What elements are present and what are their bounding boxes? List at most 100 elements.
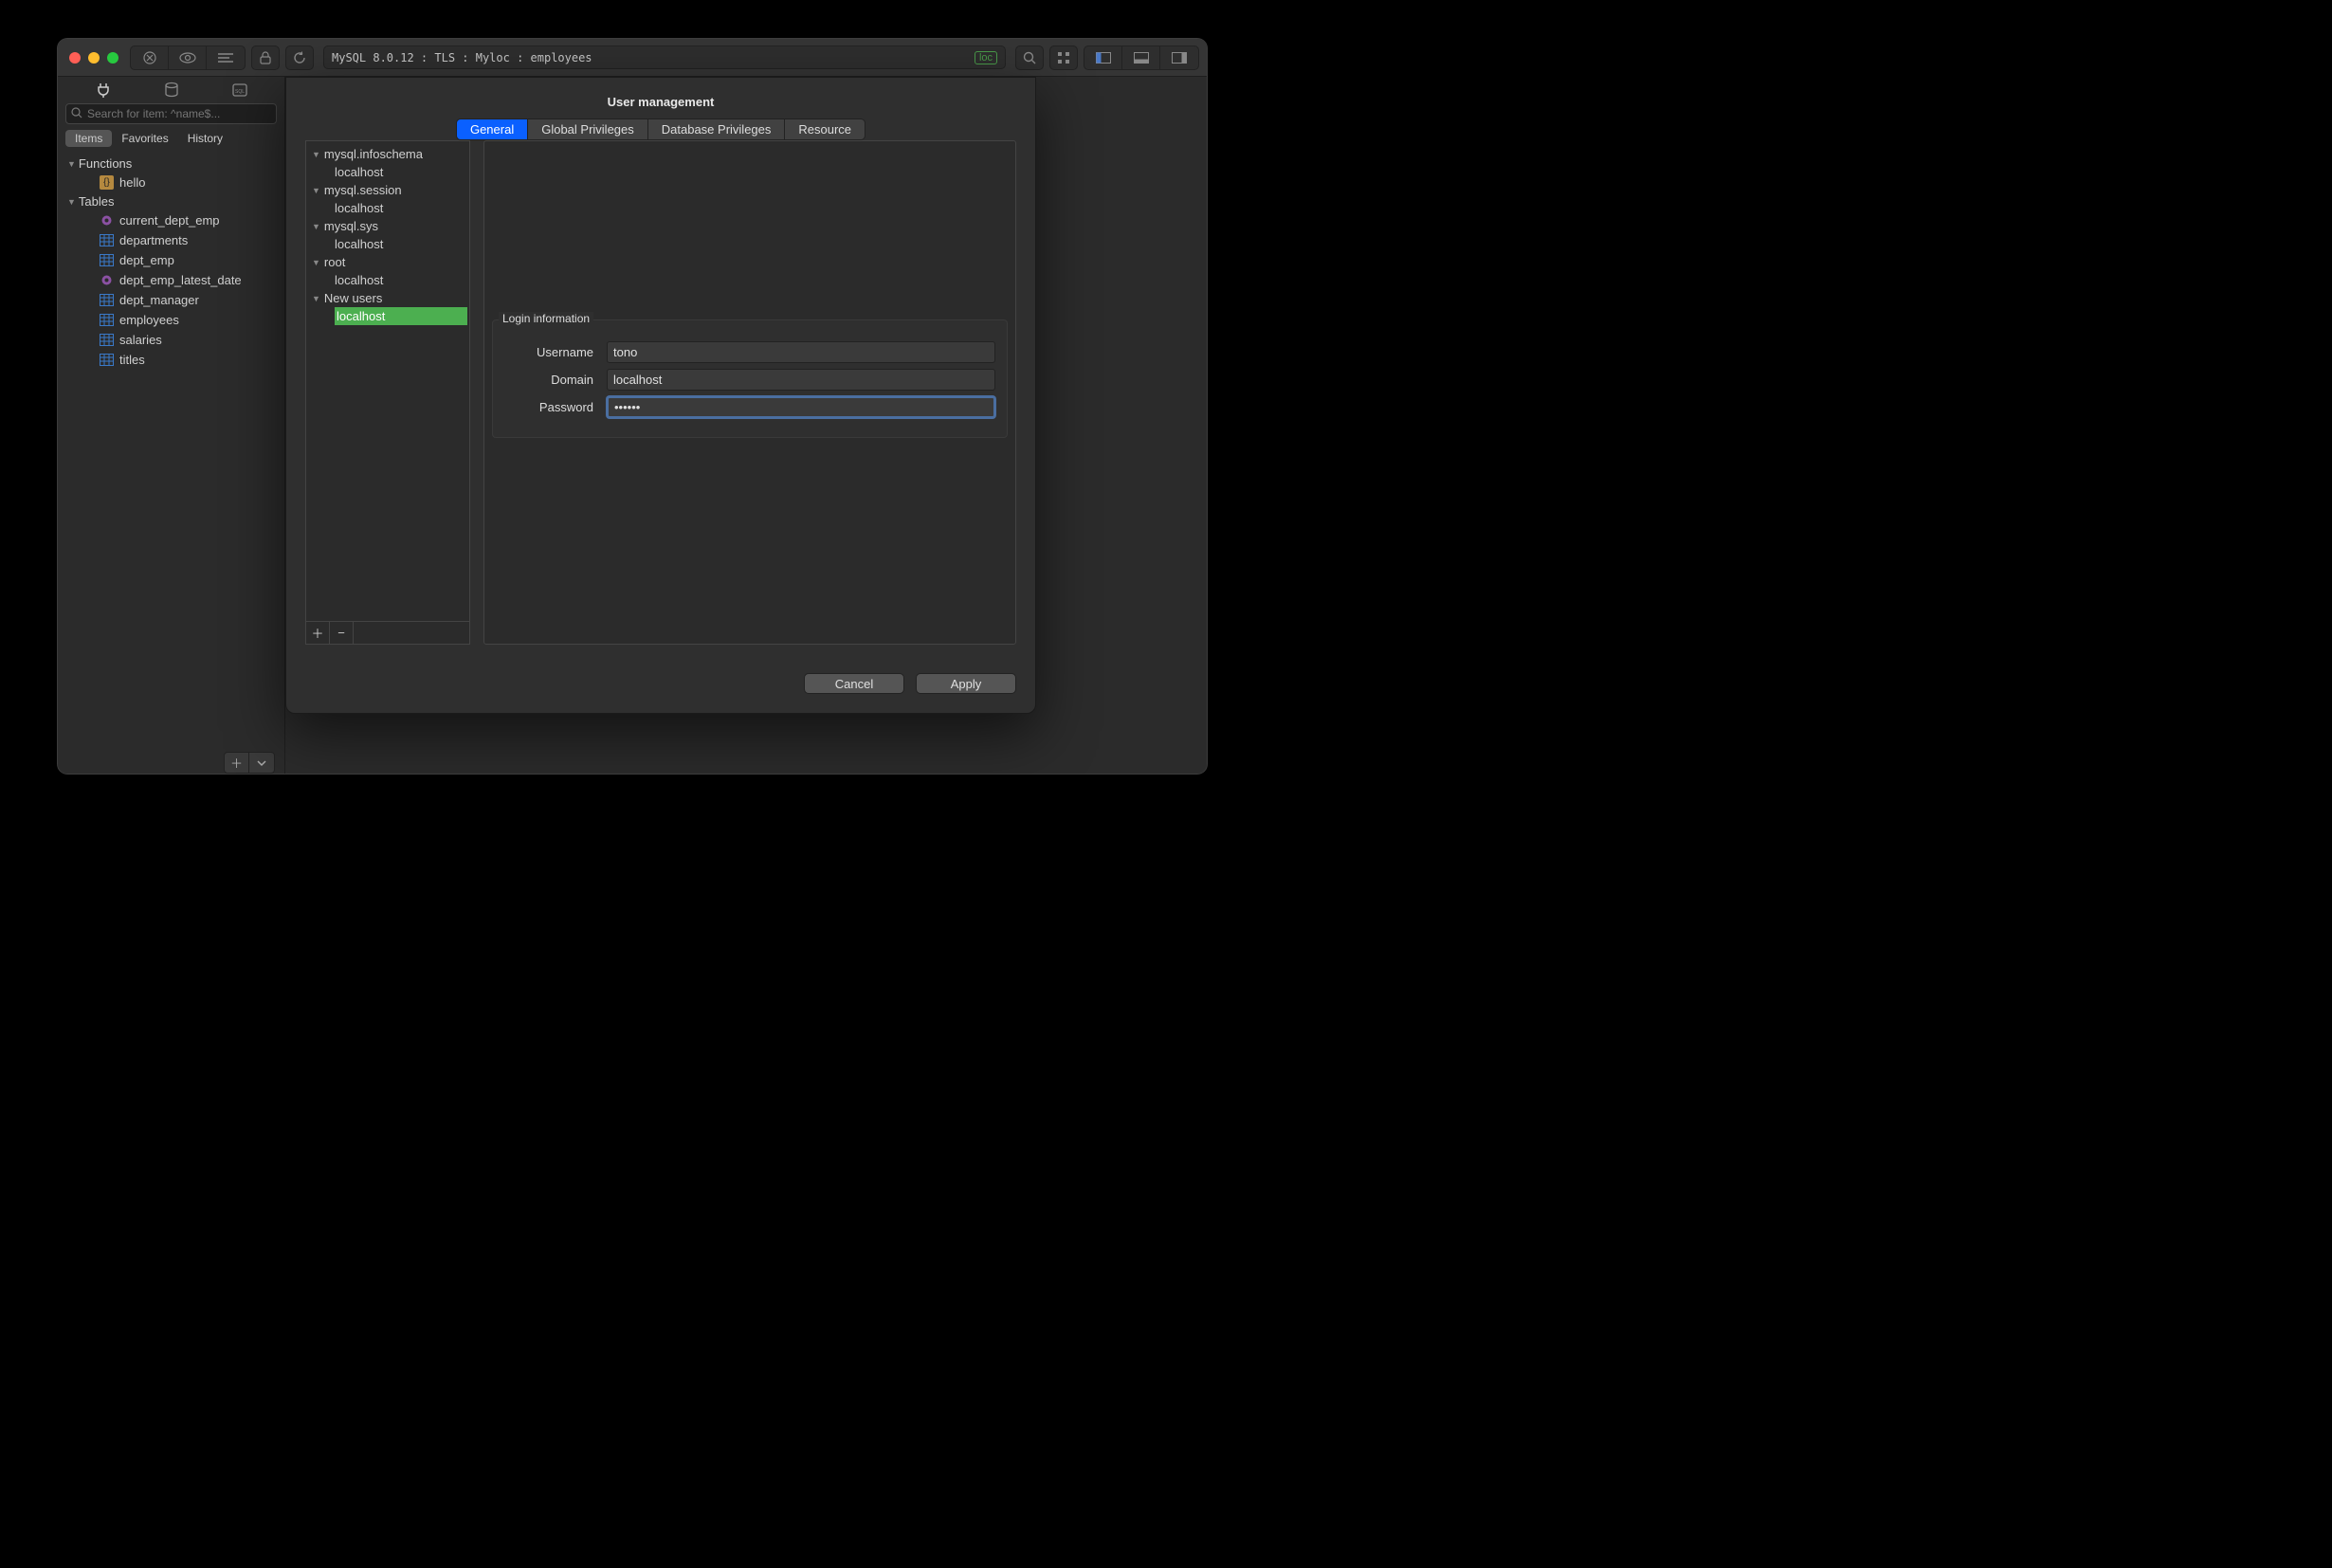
table-icon [100,233,114,247]
disclosure-triangle-icon: ▼ [67,197,76,207]
table-item[interactable]: salaries [58,330,284,350]
refresh-icon[interactable] [285,46,314,70]
password-label: Password [504,400,607,414]
cancel-query-button[interactable] [131,46,169,69]
main-area: User management General Global Privilege… [285,77,1207,774]
right-panel-icon[interactable] [1160,46,1198,69]
plug-icon[interactable] [93,80,114,100]
minimize-window-button[interactable] [88,52,100,64]
dropdown-button[interactable] [249,752,275,774]
close-window-button[interactable] [69,52,81,64]
tab-resource[interactable]: Resource [785,119,865,139]
table-icon [100,333,114,347]
functions-header[interactable]: ▼ Functions [58,155,284,173]
function-item[interactable]: {} hello [58,173,284,192]
app-window: MySQL 8.0.12 : TLS : Myloc : employees l… [58,39,1207,774]
domain-label: Domain [504,373,607,387]
table-name: departments [119,233,188,247]
add-user-button[interactable]: ＋ [306,622,330,644]
user-host-item[interactable]: localhost [306,271,469,289]
table-name: salaries [119,333,162,347]
domain-input[interactable] [607,369,995,391]
disclosure-triangle-icon: ▼ [312,294,320,303]
path-text: MySQL 8.0.12 : TLS : Myloc : employees [332,51,592,64]
svg-text:SQL: SQL [234,89,244,95]
sidebar-tree: ▼ Functions {} hello ▼ Tables current_de… [58,149,284,752]
table-item[interactable]: departments [58,230,284,250]
password-input[interactable] [607,396,995,418]
left-panel-icon[interactable] [1084,46,1122,69]
lock-icon[interactable] [251,46,280,70]
fieldset-legend: Login information [499,312,593,325]
filter-history[interactable]: History [178,130,232,147]
modal-buttons: Cancel Apply [305,673,1016,694]
search-input[interactable] [65,103,277,124]
sidebar: SQL Items Favorites History ▼ Functions … [58,77,285,774]
filter-favorites[interactable]: Favorites [112,130,177,147]
user-list-group[interactable]: ▼mysql.infoschema [306,145,469,163]
disclosure-triangle-icon: ▼ [312,222,320,231]
filter-items[interactable]: Items [65,130,112,147]
sidebar-filter: Items Favorites History [58,128,284,149]
modal-body: ▼mysql.infoschemalocalhost▼mysql.session… [305,140,1016,645]
add-button[interactable]: ＋ [224,752,249,774]
user-host-item[interactable]: localhost [306,235,469,253]
cancel-button[interactable]: Cancel [804,673,904,694]
tables-header[interactable]: ▼ Tables [58,192,284,210]
user-host-item[interactable]: localhost [306,163,469,181]
table-icon [100,253,114,267]
eye-icon[interactable] [169,46,207,69]
search-icon [71,107,82,119]
user-list-group[interactable]: ▼ mysql.sys [306,217,469,235]
apply-button[interactable]: Apply [916,673,1016,694]
disclosure-triangle-icon: ▼ [312,258,320,267]
menu-lines-icon[interactable] [207,46,245,69]
table-item[interactable]: employees [58,310,284,330]
table-item[interactable]: titles [58,350,284,370]
user-list-group[interactable]: ▼mysql.session [306,181,469,199]
table-icon [100,313,114,327]
zoom-window-button[interactable] [107,52,118,64]
user-list: ▼mysql.infoschemalocalhost▼mysql.session… [305,140,470,645]
username-input[interactable] [607,341,995,363]
database-icon[interactable] [161,80,182,100]
view-icon [100,273,114,287]
disclosure-triangle-icon: ▼ [67,159,76,169]
table-name: dept_emp_latest_date [119,273,242,287]
table-item[interactable]: dept_emp_latest_date [58,270,284,290]
panel-toggle-group [1084,46,1199,70]
search-wrap [58,103,284,128]
table-icon [100,293,114,307]
titlebar: MySQL 8.0.12 : TLS : Myloc : employees l… [58,39,1207,77]
user-list-group[interactable]: ▼ New users [306,289,469,307]
view-icon [100,213,114,228]
tab-database-privileges[interactable]: Database Privileges [648,119,786,139]
table-name: titles [119,353,145,367]
function-icon: {} [100,175,114,190]
grid-icon[interactable] [1049,46,1078,70]
user-list-group[interactable]: ▼ root [306,253,469,271]
user-host-item[interactable]: localhost [335,307,467,325]
tables-label: Tables [79,194,115,209]
user-name: mysql.sys [324,219,378,233]
search-toolbar-button[interactable] [1015,46,1044,70]
sql-icon[interactable]: SQL [229,80,250,100]
table-item[interactable]: dept_emp [58,250,284,270]
user-list-footer: ＋ − [306,621,469,644]
login-fieldset: Login information Username Domain [492,319,1008,438]
disclosure-triangle-icon: ▼ [312,186,320,195]
tab-general[interactable]: General [457,119,528,139]
table-item[interactable]: dept_manager [58,290,284,310]
user-name: New users [324,291,382,305]
path-bar[interactable]: MySQL 8.0.12 : TLS : Myloc : employees l… [323,46,1006,69]
form-area: Login information Username Domain [470,140,1016,645]
remove-user-button[interactable]: − [330,622,354,644]
bottom-panel-icon[interactable] [1122,46,1160,69]
user-name: root [324,255,345,269]
modal-title: User management [305,95,1016,109]
tab-global-privileges[interactable]: Global Privileges [528,119,648,139]
table-item[interactable]: current_dept_emp [58,210,284,230]
user-host-item[interactable]: localhost [306,199,469,217]
form-box: Login information Username Domain [483,140,1016,645]
table-icon [100,353,114,367]
